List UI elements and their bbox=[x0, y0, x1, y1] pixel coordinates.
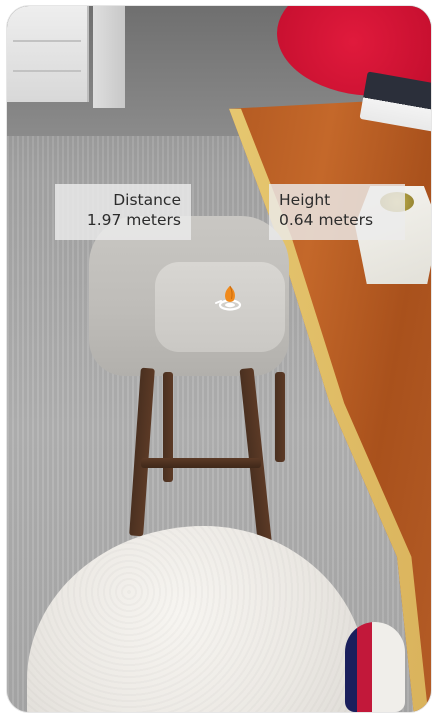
height-title: Height bbox=[279, 191, 331, 209]
height-measurement-label: Height 0.64 meters bbox=[269, 184, 405, 240]
camera-feed: Distance 1.97 meters Height 0.64 meters bbox=[7, 6, 431, 712]
ar-anchor-pin-graphic bbox=[215, 285, 242, 311]
height-value: 0.64 meters bbox=[279, 211, 374, 229]
file-cabinet bbox=[7, 6, 89, 102]
distance-title: Distance bbox=[113, 191, 181, 209]
ar-camera-view: Distance 1.97 meters Height 0.64 meters bbox=[7, 6, 431, 712]
striped-object bbox=[345, 622, 405, 712]
distance-value: 1.97 meters bbox=[86, 211, 181, 229]
ar-anchor-pin-icon[interactable] bbox=[212, 282, 248, 312]
drawer-line bbox=[13, 70, 81, 72]
stool-leg bbox=[275, 372, 285, 462]
partition-panel bbox=[93, 6, 125, 108]
distance-measurement-label: Distance 1.97 meters bbox=[55, 184, 191, 240]
drawer-line bbox=[13, 40, 81, 42]
stool-footrest bbox=[141, 458, 261, 468]
